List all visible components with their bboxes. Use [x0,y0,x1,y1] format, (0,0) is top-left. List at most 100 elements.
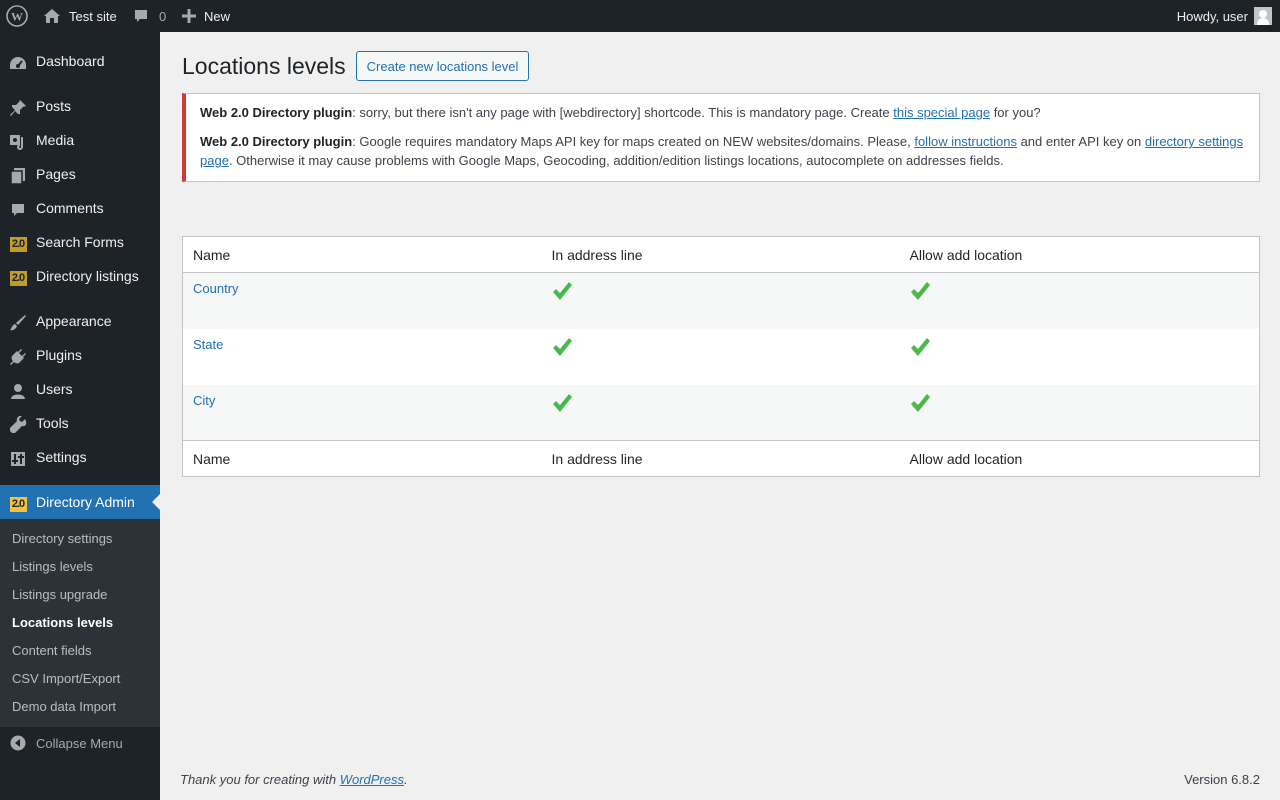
table-row: City [182,384,1260,441]
sidebar-item-directory-admin[interactable]: 2.0 Directory Admin [0,485,160,519]
column-header-in-address-line[interactable]: In address line [542,237,900,273]
submenu-content-fields[interactable]: Content fields [12,643,92,658]
column-footer-name[interactable]: Name [183,441,542,477]
submenu-csv-import-export[interactable]: CSV Import/Export [12,671,120,686]
new-content-link[interactable]: New [182,0,230,32]
sidebar-item-label: Appearance [36,313,112,329]
sidebar-item-pages[interactable]: Pages [0,157,160,191]
notice-text: . Otherwise it may cause problems with G… [228,153,1004,168]
checkmark-icon [910,337,931,361]
site-name-label: Test site [69,8,117,24]
plugin-2-0-icon: 2.0 [0,496,36,512]
pages-icon [0,167,36,185]
notice-text: for you? [990,105,1041,120]
sidebar-item-label: Dashboard [36,53,105,69]
sidebar-item-label: Pages [36,166,76,182]
notice-text: : sorry, but there isn't any page with [… [352,105,894,120]
media-icon [0,133,36,151]
svg-text:W: W [11,10,23,24]
sidebar-item-label: Settings [36,449,87,465]
dashboard-icon [0,55,36,71]
sidebar-item-dashboard[interactable]: Dashboard [0,44,160,78]
checkmark-icon [552,337,573,361]
footer-text: . [404,772,408,787]
wordpress-link[interactable]: WordPress [340,772,404,787]
comments-link[interactable]: 0 [133,0,166,32]
cell-in-address-line [542,329,900,385]
sidebar-item-plugins[interactable]: Plugins [0,338,160,372]
submenu-directory-settings[interactable]: Directory settings [12,531,112,546]
sidebar-item-tools[interactable]: Tools [0,406,160,440]
locations-levels-table: Name In address line Allow add location … [182,236,1260,477]
notice-plugin-name: Web 2.0 Directory plugin [200,134,353,149]
user-icon [0,383,36,399]
column-footer-in-address-line[interactable]: In address line [542,441,900,477]
plus-icon [182,9,196,23]
column-header-name[interactable]: Name [183,237,542,273]
sidebar-item-comments[interactable]: Comments [0,191,160,225]
follow-instructions-link[interactable]: follow instructions [914,134,1017,149]
wordpress-logo-icon[interactable]: W [6,0,28,32]
submenu-listings-upgrade[interactable]: Listings upgrade [12,587,107,602]
settings-icon [0,451,36,467]
sidebar-item-users[interactable]: Users [0,372,160,406]
level-name-link[interactable]: Country [193,281,239,296]
collapse-menu-label: Collapse Menu [36,735,123,751]
table-header-row: Name In address line Allow add location [182,237,1260,273]
comment-icon [133,8,149,24]
cell-name: Country [183,273,542,329]
special-page-link[interactable]: this special page [893,105,990,120]
site-name-link[interactable]: Test site [43,0,117,32]
notice-maps-api: Web 2.0 Directory plugin: Google require… [200,132,1245,170]
sidebar-item-appearance[interactable]: Appearance [0,304,160,338]
notice-plugin-name: Web 2.0 Directory plugin [200,105,353,120]
user-account-menu[interactable]: Howdy, user [1177,0,1272,32]
cell-name: City [183,385,542,441]
sidebar-item-label: Search Forms [36,234,124,250]
brush-icon [0,314,36,332]
page-title: Locations levels [182,52,346,79]
admin-bar: W Test site 0 New Howdy, user [0,0,1280,32]
sidebar-item-media[interactable]: Media [0,123,160,157]
cell-name: State [183,329,542,385]
new-label: New [204,8,231,24]
sidebar-item-label: Plugins [36,347,82,363]
submenu-listings-levels[interactable]: Listings levels [12,559,93,574]
notice-shortcode: Web 2.0 Directory plugin: sorry, but the… [200,103,1245,122]
checkmark-icon [910,281,931,305]
table-row: State [183,329,1260,385]
page-header: Locations levels Create new locations le… [182,51,530,81]
create-locations-level-button[interactable]: Create new locations level [355,51,530,81]
sidebar-item-search-forms[interactable]: 2.0 Search Forms [0,225,160,259]
submenu-locations-levels[interactable]: Locations levels [12,615,113,630]
admin-sidebar: Dashboard Posts Media Pages Comments 2.0… [0,32,160,800]
cell-allow-add-location [900,329,1260,385]
cell-allow-add-location [900,273,1260,329]
notice-text: and enter API key on [1016,134,1145,149]
collapse-menu-button[interactable]: Collapse Menu [0,731,160,755]
sidebar-item-label: Comments [36,200,104,216]
column-footer-allow-add-location[interactable]: Allow add location [900,441,1260,477]
level-name-link[interactable]: State [193,337,223,352]
sidebar-item-directory-listings[interactable]: 2.0 Directory listings [0,259,160,293]
cell-in-address-line [542,385,900,441]
plugin-2-0-icon: 2.0 [0,270,36,286]
comments-count: 0 [159,8,167,24]
submenu-demo-data-import[interactable]: Demo data Import [12,699,116,714]
cell-allow-add-location [900,385,1260,441]
column-header-allow-add-location[interactable]: Allow add location [900,237,1260,273]
level-name-link[interactable]: City [193,393,215,408]
collapse-arrow-icon [0,735,36,751]
sidebar-item-settings[interactable]: Settings [0,440,160,474]
plug-icon [0,348,36,366]
sidebar-item-label: Media [36,132,75,148]
howdy-label: Howdy, user [1176,8,1248,24]
notice-text: : Google requires mandatory Maps API key… [352,134,915,149]
footer-thanks: Thank you for creating with WordPress. [180,772,408,787]
checkmark-icon [552,281,573,305]
plugin-2-0-icon: 2.0 [0,236,36,252]
directory-admin-submenu: Directory settings Listings levels Listi… [0,519,160,727]
sidebar-item-label: Users [36,381,73,397]
sidebar-item-posts[interactable]: Posts [0,89,160,123]
footer-version: Version 6.8.2 [1184,772,1260,787]
